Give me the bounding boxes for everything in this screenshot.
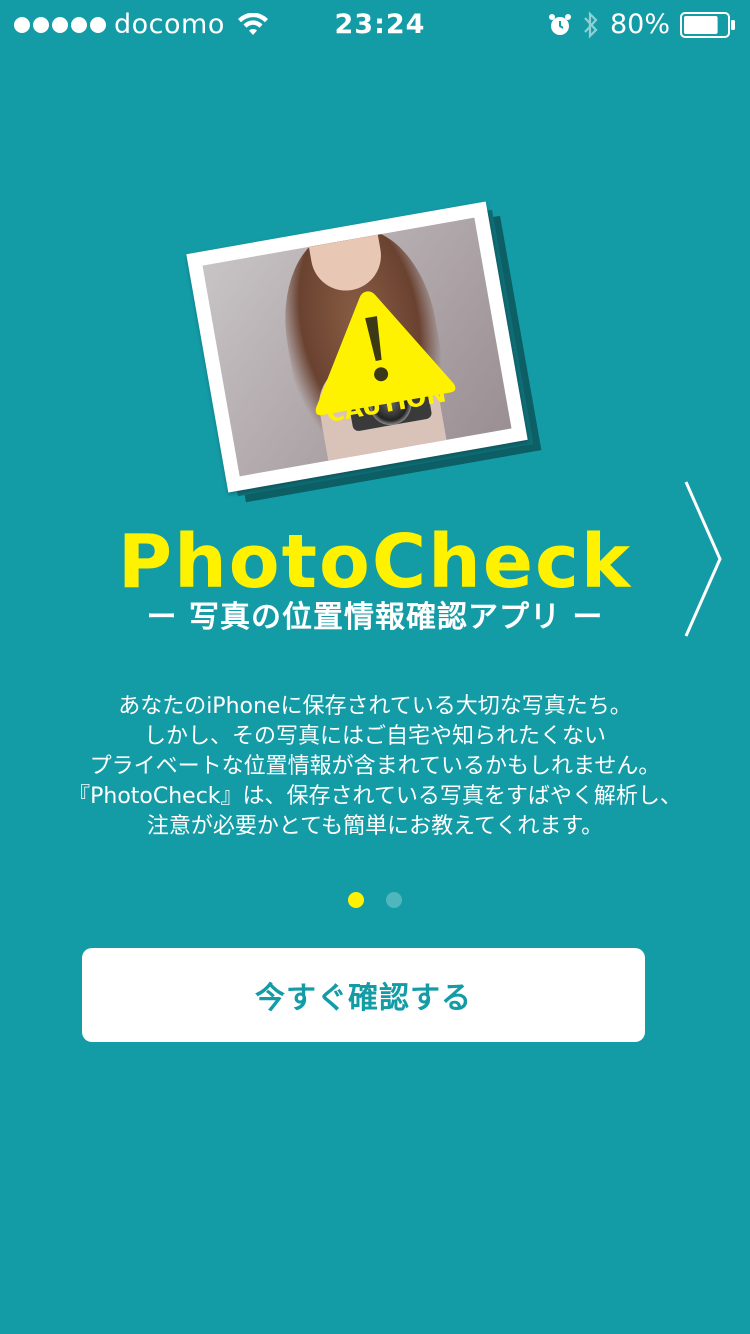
description-line: プライベートな位置情報が含まれているかもしれません。 xyxy=(89,754,661,779)
description-line: しかし、その写真にはご自宅や知られたくない xyxy=(143,724,606,749)
page-dot-1[interactable] xyxy=(348,892,364,908)
description-line: あなたのiPhoneに保存されている大切な写真たち。 xyxy=(118,694,632,719)
alarm-icon xyxy=(548,13,571,35)
description-line: 注意が必要かとても簡単にお教えてくれます。 xyxy=(146,814,604,839)
chevron-right-icon[interactable] xyxy=(682,480,726,638)
check-now-button[interactable]: 今すぐ確認する xyxy=(82,948,645,1042)
bluetooth-icon xyxy=(584,10,598,39)
app-subtitle: ー 写真の位置情報確認アプリ ー xyxy=(146,600,604,635)
caution-icon: CAUTION xyxy=(315,291,456,428)
battery-icon xyxy=(680,11,735,38)
description-line: 『PhotoCheck』は、保存されている写真をすばやく解析し、 xyxy=(68,784,682,809)
status-right: 80% xyxy=(548,9,736,40)
page-indicator xyxy=(0,892,750,908)
page-dot-2[interactable] xyxy=(386,892,402,908)
description: あなたのiPhoneに保存されている大切な写真たち。 しかし、その写真にはご自宅… xyxy=(0,692,750,842)
battery-percent: 80% xyxy=(609,9,670,40)
photo-image: CAUTION xyxy=(202,217,512,477)
hero-illustration: CAUTION xyxy=(186,201,542,503)
app-title: PhotoCheck xyxy=(117,519,633,605)
status-bar: docomo 23:24 80% xyxy=(0,0,750,52)
